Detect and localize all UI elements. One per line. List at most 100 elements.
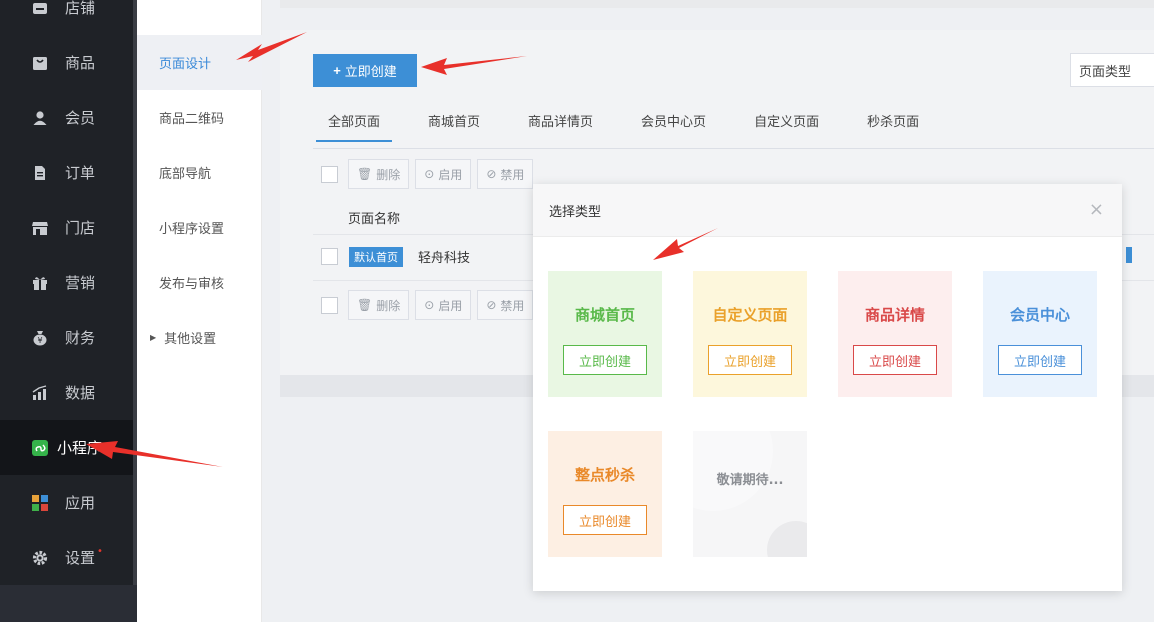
sidebar-item-label: 营销 [65,274,96,292]
subnav-item-label: 发布与审核 [159,277,225,292]
main-sidebar: 店铺 商品 会员 订单 门店 营销 ¥ 财务 数据 小程序 应用 设置 • [0,0,137,622]
card-create-button[interactable]: 立即创建 [853,345,937,375]
sidebar-item-miniprogram[interactable]: 小程序 [0,420,133,475]
chart-icon [31,384,49,402]
gear-icon [31,549,49,567]
tab-mall-home[interactable]: 商城首页 [428,111,480,142]
modal-header: 选择类型 × [533,184,1122,237]
disable-label: 禁用 [500,167,525,182]
card-seckill[interactable]: 整点秒杀 立即创建 [548,431,662,557]
subnav-item-publish-review[interactable]: 发布与审核 [137,255,262,310]
store-icon [31,0,49,17]
card-custom-page[interactable]: 自定义页面 立即创建 [693,271,807,397]
subnav-item-product-qrcode[interactable]: 商品二维码 [137,90,262,145]
select-all-checkbox[interactable] [321,165,338,183]
sidebar-item-settings[interactable]: 设置 • [0,530,133,585]
card-member-center[interactable]: 会员中心 立即创建 [983,271,1097,397]
subnav-item-page-design[interactable]: 页面设计 [137,35,262,90]
tab-seckill-page[interactable]: 秒杀页面 [867,111,919,142]
sidebar-item-label: 小程序 [57,439,103,457]
card-title: 自定义页面 [712,306,788,324]
subnav-item-label: 页面设计 [159,57,212,72]
column-header-page-name: 页面名称 [348,212,401,227]
enable-button[interactable]: ⊙ 启用 [415,159,472,189]
ban-icon: ⊘ [486,298,497,312]
sidebar-item-member[interactable]: 会员 [0,90,133,145]
row-checkbox[interactable] [321,248,338,265]
check-circle-icon: ⊙ [424,167,435,181]
top-strip [280,0,1154,8]
tab-member-center[interactable]: 会员中心页 [641,111,706,142]
sidebar-item-label: 店铺 [65,0,96,17]
enable-label: 启用 [438,298,463,313]
card-create-button[interactable]: 立即创建 [998,345,1082,375]
card-title: 整点秒杀 [574,466,635,484]
sidebar-item-data[interactable]: 数据 [0,365,133,420]
shop-icon [31,219,49,237]
card-create-button[interactable]: 立即创建 [563,345,647,375]
close-icon[interactable]: × [1089,201,1104,219]
delete-button-bottom[interactable]: 🗑 删除 [348,290,410,320]
sidebar-item-label: 数据 [65,384,96,402]
subnav-item-other-settings[interactable]: ▶ 其他设置 [137,310,262,365]
decorative-circle [767,521,807,557]
row-action-button-edge[interactable] [1126,247,1132,263]
sub-sidebar: 页面设计 商品二维码 底部导航 小程序设置 发布与审核 ▶ 其他设置 [137,0,262,622]
subnav-item-label: 底部导航 [159,167,212,182]
card-title: 会员中心 [1009,306,1070,324]
coming-soon-text: 敬请期待... [716,473,784,488]
bulk-toolbar-bottom: 🗑 删除 ⊙ 启用 ⊘ 禁用 [321,290,539,320]
bulk-toolbar-top: 🗑 删除 ⊙ 启用 ⊘ 禁用 [321,159,539,189]
check-circle-icon: ⊙ [424,298,435,312]
card-product-detail[interactable]: 商品详情 立即创建 [838,271,952,397]
trash-icon: 🗑 [357,298,373,312]
create-page-button[interactable]: + 立即创建 [313,54,417,87]
card-coming-soon: 敬请期待... [693,431,807,557]
sidebar-item-apps[interactable]: 应用 [0,475,133,530]
order-icon [31,164,49,182]
subnav-item-miniprogram-settings[interactable]: 小程序设置 [137,200,262,255]
sidebar-item-finance[interactable]: ¥ 财务 [0,310,133,365]
subnav-item-bottom-nav[interactable]: 底部导航 [137,145,262,200]
modal-title: 选择类型 [549,204,602,220]
tab-divider [313,148,1154,149]
subnav-item-label: 商品二维码 [159,112,225,127]
caret-right-icon: ▶ [150,333,157,342]
sidebar-item-label: 应用 [65,494,96,512]
select-all-checkbox-bottom[interactable] [321,296,338,314]
disable-button-bottom[interactable]: ⊘ 禁用 [477,290,534,320]
create-button-label: 立即创建 [344,64,397,79]
tab-all-pages[interactable]: 全部页面 [316,111,393,142]
card-title: 商品详情 [864,306,925,324]
card-mall-home[interactable]: 商城首页 立即创建 [548,271,662,397]
sidebar-item-product[interactable]: 商品 [0,35,133,90]
disable-button[interactable]: ⊘ 禁用 [477,159,534,189]
sidebar-item-label: 财务 [65,329,96,347]
trash-icon: 🗑 [357,167,373,181]
page-name-cell: 轻舟科技 [418,251,471,266]
sidebar-item-marketing[interactable]: 营销 [0,255,133,310]
sidebar-item-order[interactable]: 订单 [0,145,133,200]
disable-label: 禁用 [500,298,525,313]
plus-icon: + [333,63,341,78]
enable-label: 启用 [438,167,463,182]
enable-button-bottom[interactable]: ⊙ 启用 [415,290,472,320]
card-create-button[interactable]: 立即创建 [708,345,792,375]
delete-button[interactable]: 🗑 删除 [348,159,410,189]
notification-dot: • [97,546,103,557]
subnav-item-label: 其他设置 [164,332,217,347]
card-create-button[interactable]: 立即创建 [563,505,647,535]
svg-text:¥: ¥ [37,336,42,345]
sidebar-item-label: 门店 [65,219,96,237]
apps-icon [31,494,49,512]
sidebar-item-shop[interactable]: 门店 [0,200,133,255]
miniprogram-icon [31,439,49,457]
sidebar-item-store[interactable]: 店铺 [0,0,133,35]
product-icon [31,54,49,72]
page-type-select[interactable]: 页面类型 [1070,53,1154,87]
tab-custom-page[interactable]: 自定义页面 [754,111,819,142]
sidebar-item-label: 设置 [65,549,96,567]
sidebar-item-label: 订单 [65,164,96,182]
ban-icon: ⊘ [486,167,497,181]
tab-product-detail[interactable]: 商品详情页 [528,111,593,142]
